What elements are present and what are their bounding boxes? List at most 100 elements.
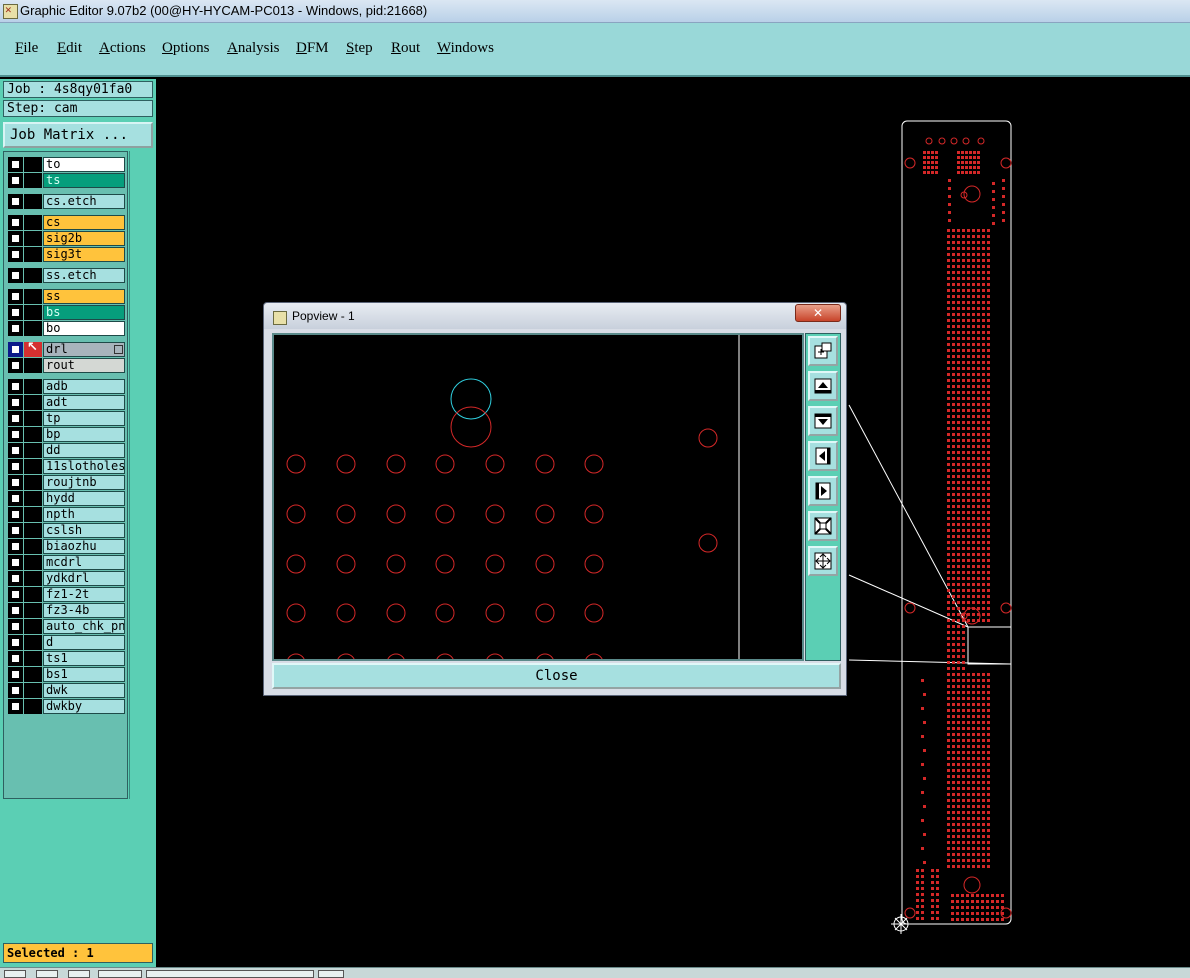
menu-options[interactable]: Options (162, 40, 210, 57)
layer-affected-marker[interactable] (24, 619, 42, 634)
layer-display-checkbox[interactable] (8, 459, 23, 474)
layer-affected-marker[interactable] (24, 459, 42, 474)
layer-name[interactable]: ydkdrl (43, 571, 125, 586)
layer-display-checkbox[interactable] (8, 268, 23, 283)
layer-name[interactable]: ts (43, 173, 125, 188)
layer-name[interactable]: bp (43, 427, 125, 442)
layer-row-ss.etch[interactable]: ss.etch (8, 268, 125, 283)
layer-row-sig3t[interactable]: sig3t (8, 247, 125, 262)
layer-affected-marker[interactable] (24, 539, 42, 554)
layer-display-checkbox[interactable] (8, 247, 23, 262)
layer-row-tp[interactable]: tp (8, 411, 125, 426)
pan-right-icon[interactable] (808, 476, 838, 506)
layer-affected-marker[interactable] (24, 443, 42, 458)
zoom-in-icon[interactable] (808, 511, 838, 541)
layer-name[interactable]: biaozhu (43, 539, 125, 554)
layer-row-fz3-4b[interactable]: fz3-4b (8, 603, 125, 618)
layer-affected-marker[interactable] (24, 305, 42, 320)
layer-display-checkbox[interactable] (8, 231, 23, 246)
expand-icon[interactable] (114, 345, 123, 354)
layer-affected-marker[interactable] (24, 427, 42, 442)
popview-close-button[interactable]: Close (272, 663, 841, 689)
layer-name[interactable]: auto_chk_pn (43, 619, 125, 634)
layer-affected-marker[interactable] (24, 321, 42, 336)
layer-affected-marker[interactable] (24, 157, 42, 172)
layer-row-roujtnb[interactable]: roujtnb (8, 475, 125, 490)
layer-row-ts[interactable]: ts (8, 173, 125, 188)
layer-affected-marker[interactable] (24, 587, 42, 602)
menu-rout[interactable]: Rout (391, 40, 420, 57)
layer-row-dd[interactable]: dd (8, 443, 125, 458)
layer-row-adb[interactable]: adb (8, 379, 125, 394)
popview-canvas[interactable] (272, 333, 804, 661)
layer-row-to[interactable]: to (8, 157, 125, 172)
popview-close-x-button[interactable]: ✕ (795, 304, 841, 322)
layer-row-rout[interactable]: rout (8, 358, 125, 373)
layer-display-checkbox[interactable] (8, 358, 23, 373)
layer-display-checkbox[interactable] (8, 173, 23, 188)
layer-display-checkbox[interactable] (8, 215, 23, 230)
layer-affected-marker[interactable] (24, 247, 42, 262)
layer-affected-marker[interactable] (24, 379, 42, 394)
layer-name[interactable]: fz3-4b (43, 603, 125, 618)
menu-windows[interactable]: Windows (437, 40, 494, 57)
layer-name[interactable]: roujtnb (43, 475, 125, 490)
layer-row-auto_chk_pn[interactable]: auto_chk_pn (8, 619, 125, 634)
layer-name[interactable]: to (43, 157, 125, 172)
layer-affected-marker[interactable] (24, 194, 42, 209)
zoom-window-icon[interactable] (808, 336, 838, 366)
layer-row-cslsh[interactable]: cslsh (8, 523, 125, 538)
layer-row-bs[interactable]: bs (8, 305, 125, 320)
layer-row-npth[interactable]: npth (8, 507, 125, 522)
layer-affected-marker[interactable] (24, 395, 42, 410)
layer-name[interactable]: cs (43, 215, 125, 230)
pan-up-icon[interactable] (808, 371, 838, 401)
menu-dfm[interactable]: DFM (296, 40, 329, 57)
layer-row-ss[interactable]: ss (8, 289, 125, 304)
layer-name[interactable]: sig3t (43, 247, 125, 262)
layer-display-checkbox[interactable] (8, 571, 23, 586)
layer-affected-marker[interactable] (24, 555, 42, 570)
layer-affected-marker[interactable] (24, 635, 42, 650)
layer-display-checkbox[interactable] (8, 619, 23, 634)
layer-row-adt[interactable]: adt (8, 395, 125, 410)
layer-display-checkbox[interactable] (8, 587, 23, 602)
layer-name[interactable]: bs (43, 305, 125, 320)
layer-name[interactable]: ss (43, 289, 125, 304)
layer-name[interactable]: fz1-2t (43, 587, 125, 602)
layer-row-dwkby[interactable]: dwkby (8, 699, 125, 714)
layer-affected-marker[interactable] (24, 699, 42, 714)
layer-display-checkbox[interactable] (8, 635, 23, 650)
layer-display-checkbox[interactable] (8, 523, 23, 538)
layer-row-11slotholes[interactable]: 11slotholes (8, 459, 125, 474)
layer-name[interactable]: bs1 (43, 667, 125, 682)
layer-display-checkbox[interactable] (8, 667, 23, 682)
layer-affected-marker[interactable] (24, 268, 42, 283)
layer-name[interactable]: 11slotholes (43, 459, 125, 474)
pan-left-icon[interactable] (808, 441, 838, 471)
layer-row-ts1[interactable]: ts1 (8, 651, 125, 666)
layer-row-hydd[interactable]: hydd (8, 491, 125, 506)
layer-display-checkbox[interactable] (8, 603, 23, 618)
layer-display-checkbox[interactable] (8, 411, 23, 426)
layer-row-ydkdrl[interactable]: ydkdrl (8, 571, 125, 586)
layer-name[interactable]: tp (43, 411, 125, 426)
menu-file[interactable]: File (15, 40, 38, 57)
job-matrix-button[interactable]: Job Matrix ... (3, 122, 153, 148)
layer-row-d[interactable]: d (8, 635, 125, 650)
layer-name[interactable]: adt (43, 395, 125, 410)
layer-name[interactable]: cs.etch (43, 194, 125, 209)
layer-affected-marker[interactable] (24, 475, 42, 490)
layer-display-checkbox[interactable] (8, 342, 23, 357)
layer-display-checkbox[interactable] (8, 305, 23, 320)
layer-affected-marker[interactable] (24, 507, 42, 522)
layer-row-cs.etch[interactable]: cs.etch (8, 194, 125, 209)
layer-name[interactable]: drl (43, 342, 125, 357)
layer-display-checkbox[interactable] (8, 539, 23, 554)
layer-name[interactable]: bo (43, 321, 125, 336)
layer-name[interactable]: hydd (43, 491, 125, 506)
popview-title-bar[interactable]: Popview - 1 ✕ (264, 303, 846, 329)
layer-affected-marker[interactable] (24, 215, 42, 230)
layer-affected-marker[interactable] (24, 523, 42, 538)
layer-name[interactable]: dd (43, 443, 125, 458)
